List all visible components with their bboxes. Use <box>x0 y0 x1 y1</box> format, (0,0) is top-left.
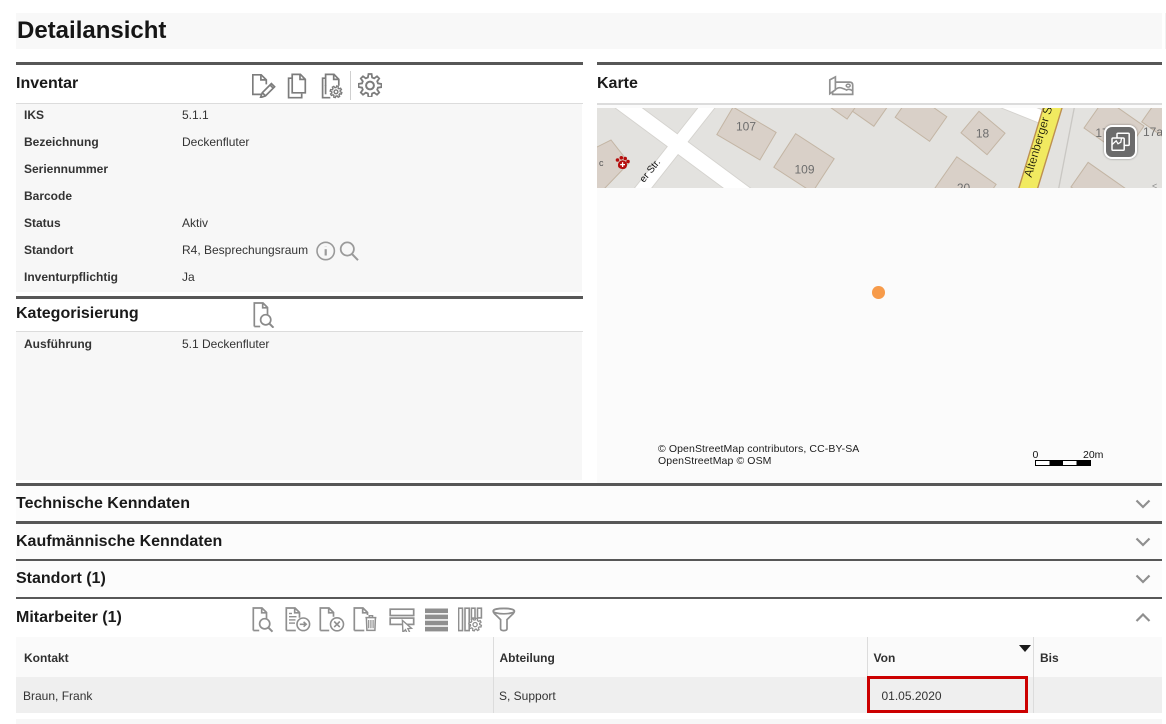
svg-text:109: 109 <box>794 163 814 177</box>
svg-text:17a: 17a <box>1143 125 1162 139</box>
svg-text:<: < <box>1152 181 1157 189</box>
svg-text:107: 107 <box>736 120 756 134</box>
svg-text:20: 20 <box>957 181 971 189</box>
svg-text:c: c <box>599 158 604 168</box>
svg-text:18: 18 <box>976 127 990 141</box>
